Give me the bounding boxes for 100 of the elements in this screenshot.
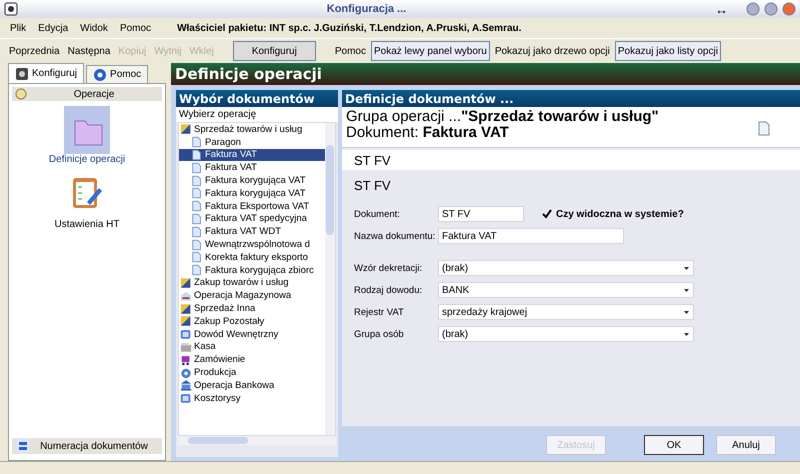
field-label: Dokument: (354, 208, 401, 220)
page-icon (191, 212, 203, 225)
text-field[interactable]: ST FV (438, 206, 524, 222)
toolbar-button[interactable]: Konfiguruj (232, 41, 316, 61)
field-label: Nazwa dokumentu: (354, 230, 436, 242)
tree-item[interactable]: Sprzedaż towarów i usług (179, 123, 325, 136)
menu-item[interactable]: Plik (4, 22, 32, 34)
page-icon (191, 174, 203, 187)
cart-icon (180, 354, 192, 366)
panel-title: Wybór dokumentów (176, 90, 338, 107)
page-icon (758, 121, 770, 136)
check-mark-icon (542, 209, 552, 219)
toolbar-button[interactable]: Pokazuj jako listy opcji (614, 41, 721, 61)
toolbar-button[interactable]: Poprzednia (6, 41, 63, 61)
warehouse-icon (180, 290, 192, 302)
bank-icon (180, 379, 192, 392)
text-field[interactable]: Faktura VAT (438, 228, 624, 244)
document-code: ST FV (354, 152, 391, 168)
tree-item[interactable]: Paragon (179, 136, 325, 149)
page-icon (191, 226, 203, 238)
page-icon (191, 238, 203, 251)
field-label: Wzór dekretacji: (354, 262, 424, 274)
document-icon (180, 123, 192, 136)
toolbar-button[interactable]: Następna (64, 41, 114, 61)
tree-item[interactable]: Faktura VAT (179, 148, 325, 162)
document-icon (180, 302, 192, 315)
tree-item[interactable]: Operacja Bankowa (179, 378, 325, 392)
tree-item[interactable]: Produkcja (179, 366, 325, 379)
horizontal-scrollbar[interactable] (178, 436, 336, 445)
page-icon (191, 264, 203, 276)
tree-item[interactable]: Faktura korygująca zbiorc (179, 264, 325, 277)
dropdown[interactable]: (brak) (438, 260, 694, 276)
tree-item[interactable]: Faktura korygująca VAT (179, 174, 325, 187)
caret-icon (683, 332, 690, 336)
field-label: Grupa osób (354, 328, 405, 340)
tree-item[interactable]: Faktura VAT WDT (179, 225, 325, 238)
close-button[interactable] (782, 2, 796, 16)
dropdown[interactable]: (brak) (438, 326, 694, 342)
group-heading: Grupa operacji ..."Sprzedaż towarów i usług" (346, 109, 660, 125)
tree-item[interactable]: Sprzedaż Inna (179, 302, 325, 315)
document-icon (180, 315, 192, 328)
vertical-scrollbar[interactable] (325, 123, 335, 435)
form-title: ST FV (353, 177, 392, 195)
numbering-icon (16, 438, 30, 454)
sidebar-footer-item[interactable]: Numeracja dokumentów (12, 438, 162, 454)
menu-item[interactable]: Pomoc (114, 22, 158, 34)
tree-item[interactable]: Wewnątrzwspólnotowa d (179, 238, 325, 251)
caret-icon (683, 310, 690, 314)
settings-icon (15, 66, 29, 80)
window-title: Konfiguracja ... (326, 3, 408, 15)
caret-icon (683, 288, 690, 292)
window-icon (180, 392, 192, 404)
section-title: Definicje operacji (171, 63, 800, 85)
page-icon (191, 148, 203, 161)
tree-item[interactable]: Zamówienie (179, 353, 325, 366)
document-icon (180, 276, 192, 289)
tree-item[interactable]: Kasa (179, 340, 325, 354)
tree-item[interactable]: Dowód Wewnętrzny (179, 328, 325, 341)
tab[interactable]: Konfiguruj (8, 63, 84, 83)
tree-item[interactable]: Faktura VAT spedycyjna (179, 212, 325, 226)
tree-item[interactable]: Faktura VAT (179, 161, 325, 174)
window-icon (180, 328, 192, 340)
page-icon (191, 162, 203, 174)
maximize-button[interactable] (764, 2, 778, 16)
document-heading: Dokument: Faktura VAT (346, 125, 509, 141)
caret-icon (683, 266, 690, 270)
field-label: Rejestr VAT (354, 306, 405, 318)
toolbar-button[interactable]: Pokaż lewy panel wyboru (370, 41, 490, 61)
sidebar-header-text: Operacje (72, 88, 116, 100)
dropdown[interactable]: sprzedaży krajowej (438, 304, 694, 320)
toolbar-button[interactable]: Pomoc (332, 41, 369, 61)
tree-item[interactable]: Faktura Eksportowa VAT (179, 200, 325, 213)
toolbar-button[interactable]: Pokazuj jako drzewo opcji (492, 41, 613, 61)
tree-item[interactable]: Faktura korygująca VAT (179, 186, 325, 200)
checkbox[interactable]: Czy widoczna w systemie? (536, 208, 690, 220)
page-icon (191, 251, 203, 264)
sidebar-item[interactable]: Ustawienia HT (12, 170, 162, 231)
tab[interactable]: Pomoc (86, 65, 148, 83)
tree-item[interactable]: Zakup Pozostały (179, 314, 325, 328)
tree-item[interactable]: Zakup towarów i usług (179, 276, 325, 290)
panel-title: Definicje dokumentów ... (342, 90, 800, 107)
minimize-button[interactable] (746, 2, 760, 16)
dialog-button[interactable]: Anuluj (716, 435, 776, 455)
tree-item[interactable]: Operacja Magazynowa (179, 289, 325, 302)
dialog-button[interactable]: OK (644, 435, 704, 455)
tree-label: Wybierz operację (176, 107, 338, 122)
page-icon (191, 187, 203, 200)
tree-item[interactable]: Korekta faktury eksporto (179, 250, 325, 264)
field-label: Rodzaj dowodu: (354, 284, 424, 296)
app-icon (4, 2, 18, 16)
dropdown[interactable]: BANK (438, 282, 694, 298)
owner-text: Właściciel pakietu: INT sp.c. J.Guziński, T.Lendzion, A.Pruski, A.Semrau. (177, 22, 522, 34)
page-icon (191, 200, 203, 212)
page-icon (191, 136, 203, 148)
resize-icon[interactable]: ↔ (715, 2, 728, 16)
menu-item[interactable]: Edycja (32, 22, 74, 34)
tree-item[interactable]: Kosztorysy (179, 392, 325, 405)
help-icon (93, 68, 108, 82)
menu-item[interactable]: Widok (74, 22, 114, 34)
sidebar-item[interactable]: Definicje operacji (12, 105, 162, 166)
